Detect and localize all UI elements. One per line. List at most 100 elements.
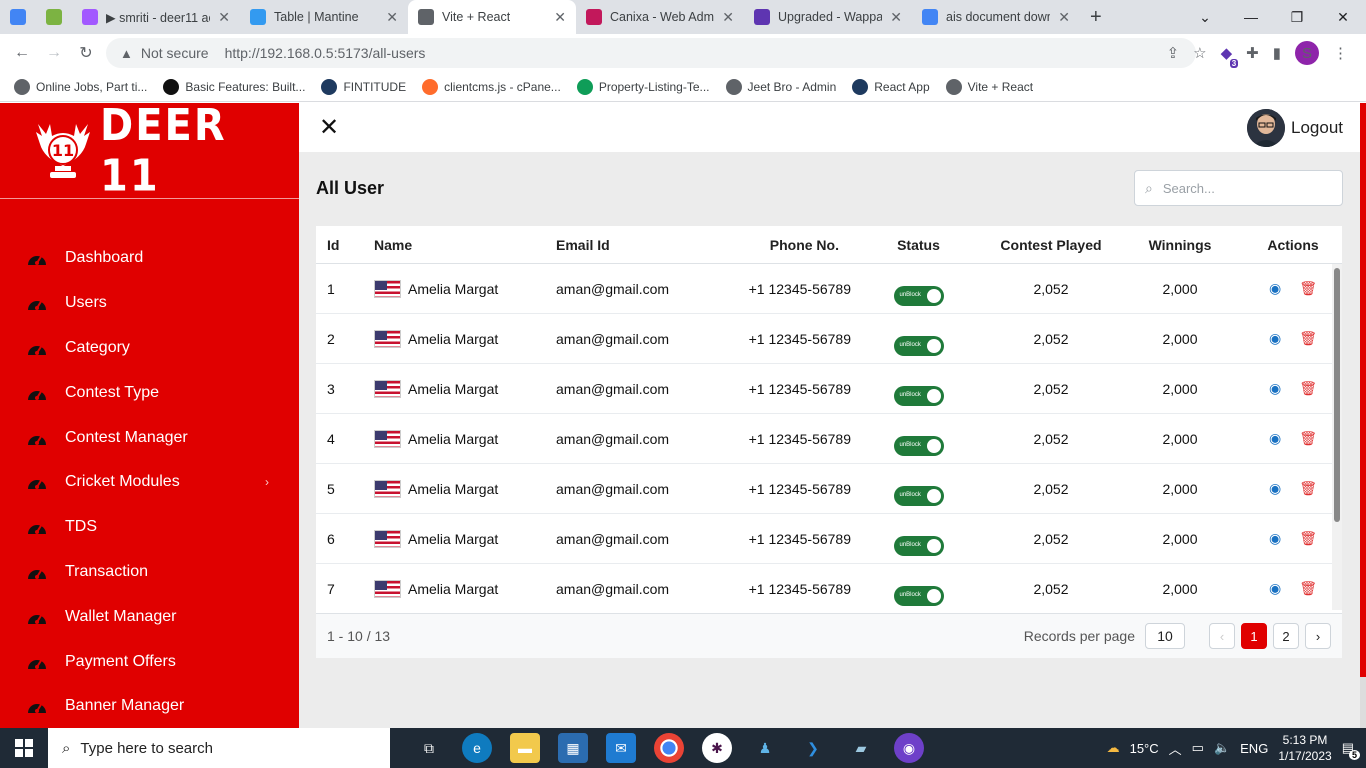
user-menu[interactable]: Logout — [1247, 108, 1343, 147]
sidebar-item-tds[interactable]: TDS — [0, 505, 299, 550]
bookmark-item[interactable]: Basic Features: Built... — [163, 78, 305, 95]
forward-button[interactable]: → — [38, 44, 70, 62]
view-eye-icon[interactable]: ◉ — [1269, 480, 1281, 497]
next-page-button[interactable]: › — [1305, 623, 1331, 649]
close-sidebar-icon[interactable]: ✕ — [319, 113, 339, 142]
tab-close-icon[interactable]: ✕ — [546, 9, 566, 26]
view-eye-icon[interactable]: ◉ — [1269, 380, 1281, 397]
bookmark-item[interactable]: FINTITUDE — [321, 78, 406, 95]
browser-tab[interactable] — [0, 0, 36, 34]
vscode-icon[interactable]: ❯ — [798, 733, 828, 763]
delete-trash-icon[interactable]: 🗑 — [1299, 530, 1317, 547]
mail-icon[interactable]: ✉ — [606, 733, 636, 763]
browser-tab[interactable]: ▶ smriti - deer11 ac ✕ — [72, 0, 240, 34]
delete-trash-icon[interactable]: 🗑 — [1299, 580, 1317, 597]
delete-trash-icon[interactable]: 🗑 — [1299, 280, 1317, 297]
view-eye-icon[interactable]: ◉ — [1269, 580, 1281, 597]
column-header[interactable]: Name — [374, 237, 556, 253]
sidebar-item-dashboard[interactable]: Dashboard — [0, 236, 299, 281]
task-view-icon[interactable]: ⧉ — [414, 733, 444, 763]
new-tab-button[interactable]: + — [1090, 6, 1102, 29]
bookmark-item[interactable]: Vite + React — [945, 78, 1033, 95]
tab-search-icon[interactable]: ⌄ — [1182, 0, 1228, 34]
records-per-page-select[interactable]: 10 — [1145, 623, 1185, 649]
column-header[interactable]: Id — [316, 237, 374, 253]
temperature[interactable]: 15°C — [1130, 741, 1159, 756]
browser-tab[interactable]: Canixa - Web Admi ✕ — [576, 0, 744, 34]
notes-icon[interactable]: ▰ — [846, 733, 876, 763]
weather-icon[interactable]: ☁ — [1107, 740, 1120, 756]
chrome-icon[interactable] — [654, 733, 684, 763]
file-explorer-icon[interactable]: ▬ — [510, 733, 540, 763]
sidebar-item-contest-type[interactable]: Contest Type — [0, 370, 299, 415]
share-icon[interactable]: ⇪ — [1167, 44, 1180, 62]
store-icon[interactable]: ▦ — [558, 733, 588, 763]
browser-tab[interactable] — [36, 0, 72, 34]
bookmark-star-icon[interactable]: ☆ — [1193, 44, 1206, 62]
bookmark-item[interactable]: Online Jobs, Part ti... — [14, 78, 147, 95]
status-toggle[interactable]: unBlock — [893, 435, 944, 456]
sidebar-item-banner-manager[interactable]: Banner Manager — [0, 684, 299, 729]
edge-icon[interactable]: e — [462, 733, 492, 763]
status-toggle[interactable]: unBlock — [893, 385, 944, 406]
column-header[interactable]: Winnings — [1116, 237, 1244, 253]
view-eye-icon[interactable]: ◉ — [1269, 430, 1281, 447]
search-input[interactable] — [1162, 180, 1323, 196]
user-avatar[interactable] — [1247, 108, 1285, 147]
status-toggle[interactable]: unBlock — [893, 335, 944, 356]
minimize-button[interactable]: — — [1228, 0, 1274, 34]
column-header[interactable]: Email Id — [556, 237, 706, 253]
tab-close-icon[interactable]: ✕ — [378, 9, 398, 26]
status-toggle[interactable]: unBlock — [893, 485, 944, 506]
page-button[interactable]: 1 — [1241, 623, 1267, 649]
back-button[interactable]: ← — [6, 44, 38, 62]
reload-button[interactable]: ↻ — [70, 43, 102, 63]
menu-icon[interactable]: ⋮ — [1333, 44, 1348, 62]
view-eye-icon[interactable]: ◉ — [1269, 330, 1281, 347]
delete-trash-icon[interactable]: 🗑 — [1299, 380, 1317, 397]
prev-page-button[interactable]: ‹ — [1209, 623, 1235, 649]
bookmark-item[interactable]: Jeet Bro - Admin — [725, 78, 836, 95]
page-button[interactable]: 2 — [1273, 623, 1299, 649]
browser-tab[interactable]: ais document dowr ✕ — [912, 0, 1080, 34]
sidebar-item-transaction[interactable]: Transaction — [0, 550, 299, 595]
restore-button[interactable]: ❐ — [1274, 0, 1320, 34]
browser-tab[interactable]: Table | Mantine ✕ — [240, 0, 408, 34]
tab-close-icon[interactable]: ✕ — [1050, 9, 1070, 26]
url-bar[interactable]: ▲ Not secure http://192.168.0.5:5173/all… — [106, 38, 1196, 68]
team-icon[interactable]: ♟ — [750, 733, 780, 763]
bookmark-item[interactable]: Property-Listing-Te... — [576, 78, 710, 95]
sidebar-item-payment-offers[interactable]: Payment Offers — [0, 639, 299, 684]
close-window-button[interactable]: ✕ — [1320, 0, 1366, 34]
column-header[interactable]: Actions — [1244, 237, 1342, 253]
profile-avatar[interactable]: S — [1295, 41, 1319, 65]
column-header[interactable]: Phone No. — [706, 237, 851, 253]
view-eye-icon[interactable]: ◉ — [1269, 280, 1281, 297]
column-header[interactable]: Contest Played — [986, 237, 1116, 253]
search-box[interactable]: ⌕ — [1134, 170, 1343, 206]
extension-icon[interactable]: ◆ 3 — [1221, 44, 1239, 68]
logout-button[interactable]: Logout — [1291, 118, 1343, 138]
bookmark-item[interactable]: clientcms.js - cPane... — [422, 78, 561, 95]
tab-close-icon[interactable]: ✕ — [882, 9, 902, 26]
column-header[interactable]: Status — [851, 237, 986, 253]
puzzle-icon[interactable]: ✚ — [1246, 44, 1259, 62]
sidebar-item-category[interactable]: Category — [0, 326, 299, 371]
tab-close-icon[interactable]: ✕ — [714, 9, 734, 26]
tab-close-icon[interactable]: ✕ — [210, 9, 230, 26]
delete-trash-icon[interactable]: 🗑 — [1299, 330, 1317, 347]
language-indicator[interactable]: ENG — [1240, 741, 1268, 756]
status-toggle[interactable]: unBlock — [893, 585, 944, 606]
bookmark-item[interactable]: React App — [852, 78, 930, 95]
network-icon[interactable]: ▭ — [1192, 740, 1204, 756]
slack-icon[interactable]: ✱ — [702, 733, 732, 763]
status-toggle[interactable]: unBlock — [893, 285, 944, 306]
page-scrollbar[interactable] — [1360, 103, 1366, 728]
view-eye-icon[interactable]: ◉ — [1269, 530, 1281, 547]
volume-icon[interactable]: 🔈 — [1214, 740, 1230, 756]
github-icon[interactable]: ◉ — [894, 733, 924, 763]
sidebar-item-users[interactable]: Users — [0, 281, 299, 326]
sidebar-item-contest-manager[interactable]: Contest Manager — [0, 415, 299, 460]
side-panel-icon[interactable]: ▮ — [1273, 44, 1281, 62]
tray-chevron-icon[interactable]: ︿ — [1169, 739, 1182, 758]
